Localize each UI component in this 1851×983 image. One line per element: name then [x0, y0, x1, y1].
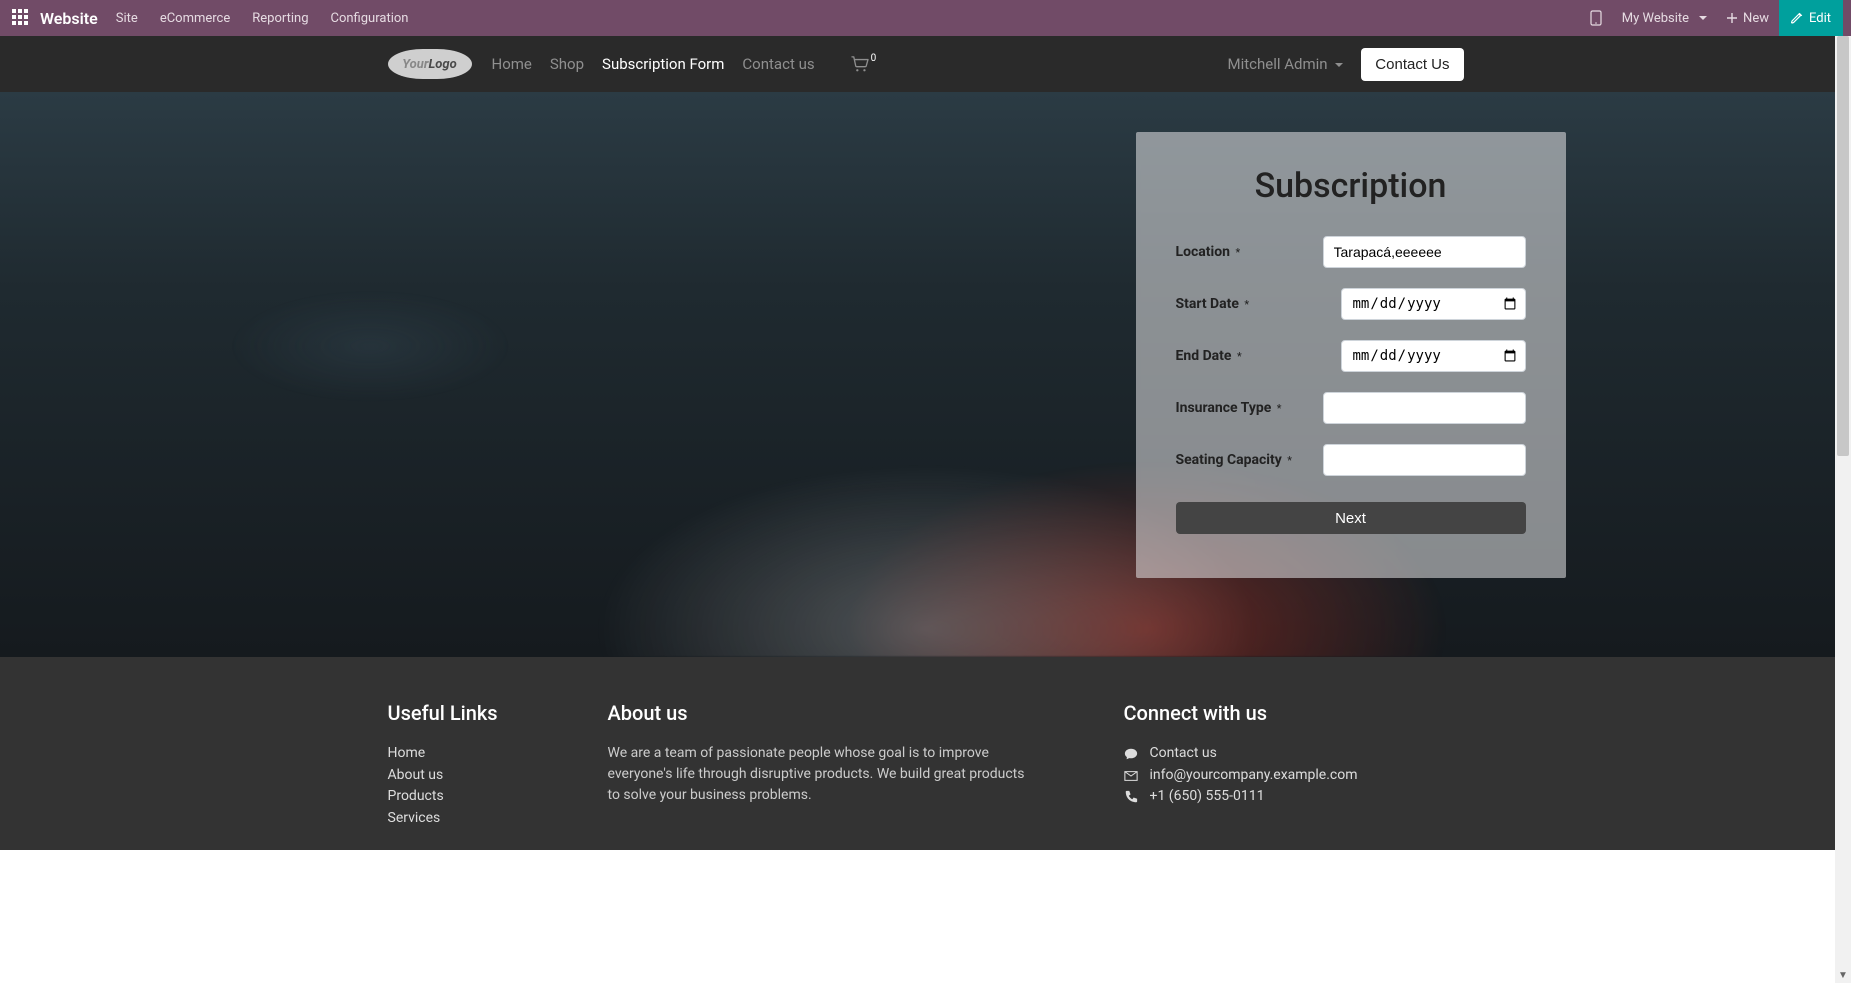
footer-section: Useful Links Home About us Products Serv… — [0, 657, 1851, 850]
field-seating-capacity: Seating Capacity * — [1176, 444, 1526, 476]
odoo-menu-reporting[interactable]: Reporting — [252, 11, 308, 26]
input-seating-capacity[interactable] — [1323, 444, 1526, 476]
site-logo[interactable]: YourLogo — [388, 49, 472, 79]
field-start-date: Start Date * — [1176, 288, 1526, 320]
site-navbar-wrap: YourLogo Home Shop Subscription Form Con… — [0, 36, 1851, 92]
my-website-dropdown[interactable]: My Website — [1612, 0, 1717, 36]
label-seating-capacity: Seating Capacity * — [1176, 452, 1323, 468]
input-start-date[interactable] — [1341, 288, 1526, 320]
mobile-preview-icon[interactable] — [1580, 0, 1612, 36]
speech-bubble-icon — [1124, 747, 1138, 761]
footer-link-home[interactable]: Home — [388, 743, 558, 765]
nav-shop[interactable]: Shop — [550, 55, 584, 73]
input-end-date[interactable] — [1341, 340, 1526, 372]
footer-contact-link[interactable]: Contact us — [1150, 743, 1217, 765]
connect-title: Connect with us — [1124, 701, 1464, 725]
cart-icon[interactable]: 0 — [851, 56, 875, 72]
odoo-menu: Site eCommerce Reporting Configuration — [116, 11, 409, 26]
footer-link-services[interactable]: Services — [388, 808, 558, 830]
useful-links-title: Useful Links — [388, 701, 558, 725]
form-title: Subscription — [1176, 166, 1526, 206]
browser-scrollbar[interactable]: ▲ ▼ — [1835, 36, 1851, 983]
new-button[interactable]: New — [1717, 0, 1779, 36]
nav-home[interactable]: Home — [492, 55, 532, 73]
nav-subscription-form[interactable]: Subscription Form — [602, 55, 724, 73]
scroll-thumb[interactable] — [1837, 36, 1849, 456]
edit-button[interactable]: Edit — [1779, 0, 1843, 36]
field-location: Location * — [1176, 236, 1526, 268]
input-location[interactable] — [1323, 236, 1526, 268]
footer-about: About us We are a team of passionate peo… — [608, 701, 1038, 830]
subscription-form-card: Subscription Location * Start Date * End… — [1136, 132, 1566, 578]
about-title: About us — [608, 701, 1038, 725]
apps-icon[interactable] — [12, 9, 30, 27]
site-nav-links: Home Shop Subscription Form Contact us 0 — [492, 55, 875, 73]
footer-useful-links: Useful Links Home About us Products Serv… — [388, 701, 558, 830]
cart-count: 0 — [871, 53, 877, 64]
site-navbar: YourLogo Home Shop Subscription Form Con… — [376, 36, 1476, 92]
odoo-top-bar: Website Site eCommerce Reporting Configu… — [0, 0, 1851, 36]
scroll-down-arrow[interactable]: ▼ — [1835, 967, 1851, 983]
footer-email-link[interactable]: info@yourcompany.example.com — [1150, 765, 1358, 787]
contact-us-button[interactable]: Contact Us — [1361, 48, 1463, 81]
phone-icon — [1124, 790, 1138, 804]
input-insurance-type[interactable] — [1323, 392, 1526, 424]
label-start-date: Start Date * — [1176, 296, 1341, 312]
footer-connect: Connect with us Contact us info@yourcomp… — [1124, 701, 1464, 830]
odoo-menu-site[interactable]: Site — [116, 11, 138, 26]
nav-contact-us[interactable]: Contact us — [742, 55, 814, 73]
user-menu[interactable]: Mitchell Admin — [1227, 55, 1343, 73]
label-location: Location * — [1176, 244, 1323, 260]
odoo-menu-configuration[interactable]: Configuration — [331, 11, 409, 26]
next-button[interactable]: Next — [1176, 502, 1526, 534]
odoo-top-right: My Website New Edit — [1580, 0, 1843, 36]
about-text: We are a team of passionate people whose… — [608, 743, 1038, 806]
label-end-date: End Date * — [1176, 348, 1341, 364]
footer-link-about[interactable]: About us — [388, 765, 558, 787]
field-end-date: End Date * — [1176, 340, 1526, 372]
footer-link-products[interactable]: Products — [388, 786, 558, 808]
hero-section: Subscription Location * Start Date * End… — [0, 92, 1851, 657]
envelope-icon — [1124, 769, 1138, 783]
footer-phone: +1 (650) 555-0111 — [1150, 786, 1265, 808]
app-title: Website — [40, 9, 98, 28]
odoo-menu-ecommerce[interactable]: eCommerce — [160, 11, 230, 26]
field-insurance-type: Insurance Type * — [1176, 392, 1526, 424]
label-insurance-type: Insurance Type * — [1176, 400, 1323, 416]
